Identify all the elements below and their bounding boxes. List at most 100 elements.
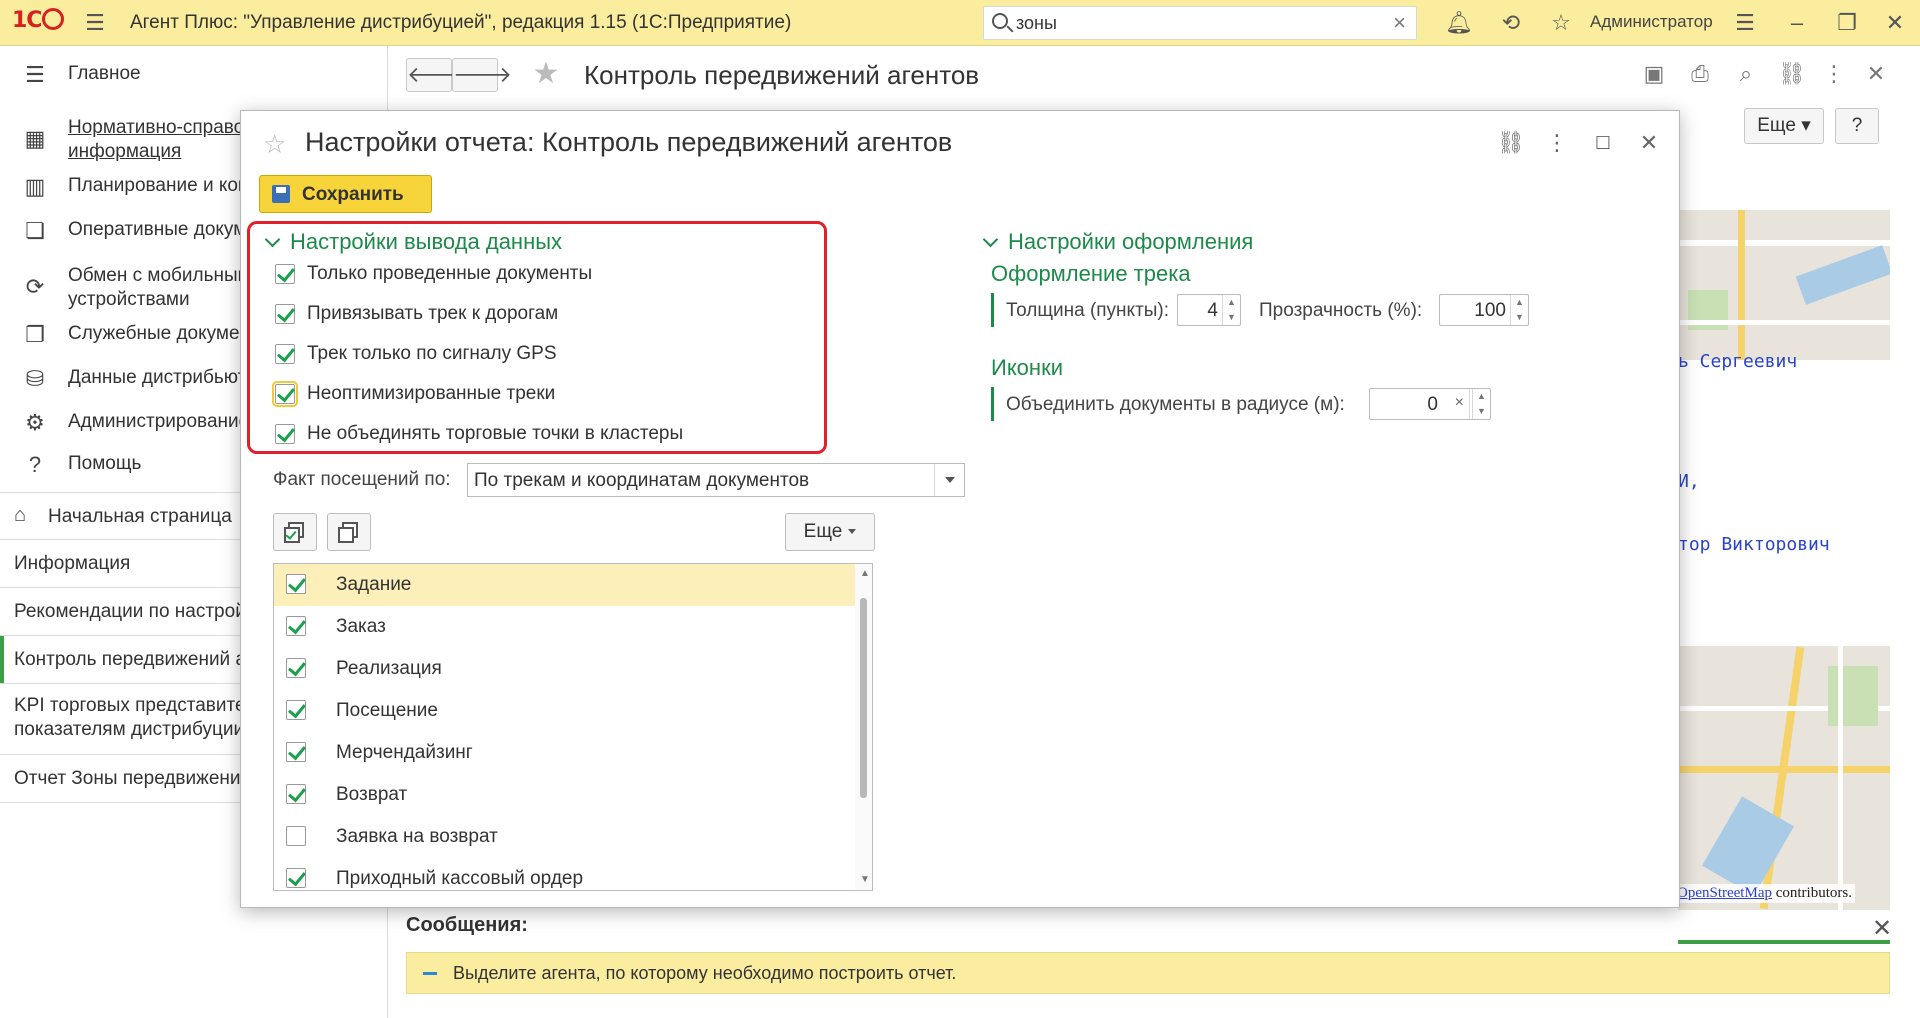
- maximize-icon[interactable]: ☐: [1589, 129, 1617, 157]
- spin-buttons[interactable]: ▲ ▼: [1472, 389, 1490, 419]
- spin-buttons[interactable]: ▲ ▼: [1222, 295, 1240, 325]
- option-label: Неоптимизированные треки: [307, 383, 556, 404]
- clear-search-icon[interactable]: ×: [1393, 10, 1406, 36]
- help-button[interactable]: ?: [1835, 108, 1879, 144]
- clear-icon[interactable]: ×: [1455, 394, 1464, 412]
- map-attribution: OpenStreetMap contributors.: [1674, 884, 1855, 903]
- checkbox[interactable]: [275, 424, 295, 444]
- gear-icon: ⚙: [25, 410, 45, 435]
- checkbox[interactable]: [286, 700, 306, 720]
- more-label: Еще: [1757, 115, 1796, 136]
- agent-name-3[interactable]: тор Викторович: [1678, 534, 1830, 555]
- thickness-input[interactable]: 4 ▲ ▼: [1177, 294, 1241, 326]
- open-window-label: Начальная страница: [48, 506, 232, 527]
- list-item[interactable]: Задание: [274, 564, 855, 606]
- transparency-value: 100: [1474, 300, 1506, 321]
- agent-name-2[interactable]: И,: [1678, 471, 1700, 492]
- list-item[interactable]: Возврат: [274, 774, 855, 816]
- chevron-down-icon: [264, 231, 281, 248]
- restore-icon[interactable]: ❐: [1832, 8, 1862, 38]
- uncheck-all-button[interactable]: [327, 513, 371, 551]
- scroll-down-icon[interactable]: ▼: [860, 874, 870, 885]
- list-scrollbar[interactable]: ▲ ▼: [855, 564, 872, 890]
- more-actions-icon[interactable]: ⋮: [1820, 60, 1848, 88]
- output-settings-group[interactable]: Настройки вывода данных: [263, 229, 562, 255]
- dropdown-arrow-icon[interactable]: [934, 464, 964, 496]
- thickness-label: Толщина (пункты):: [1006, 300, 1170, 321]
- preview-icon[interactable]: ⌕: [1732, 60, 1760, 88]
- checkbox[interactable]: [275, 344, 295, 364]
- checkbox[interactable]: [275, 304, 295, 324]
- nav-item-label: Администрирование: [68, 411, 250, 432]
- nav-item-label: Обмен с мобильными: [68, 265, 262, 286]
- link-icon[interactable]: ⛓: [1778, 60, 1806, 88]
- list-item[interactable]: Реализация: [274, 648, 855, 690]
- group-bar: [991, 387, 994, 421]
- close-dialog-icon[interactable]: ✕: [1635, 129, 1663, 157]
- more-button[interactable]: Еще ▾: [1744, 108, 1824, 144]
- print-icon[interactable]: ⎙: [1686, 60, 1714, 88]
- history-icon[interactable]: ⟲: [1496, 8, 1526, 38]
- thickness-value: 4: [1207, 300, 1218, 321]
- list-item[interactable]: Заказ: [274, 606, 855, 648]
- more-actions-icon[interactable]: ⋮: [1543, 129, 1571, 157]
- checkbox[interactable]: [275, 264, 295, 284]
- check-all-button[interactable]: [273, 513, 317, 551]
- back-button[interactable]: 🡐: [406, 58, 466, 92]
- menu-icon[interactable]: ☰: [80, 8, 110, 38]
- favorite-star-icon[interactable]: ★: [532, 59, 560, 89]
- track-design-title: Оформление трека: [991, 261, 1191, 286]
- osm-link[interactable]: OpenStreetMap: [1677, 885, 1772, 901]
- list-item-label: Возврат: [336, 784, 408, 805]
- checkbox[interactable]: [286, 868, 306, 888]
- close-form-icon[interactable]: ✕: [1862, 60, 1890, 88]
- option-label: Не объединять торговые точки в кластеры: [307, 423, 684, 444]
- message-text: Выделите агента, по которому необходимо …: [453, 963, 957, 983]
- list-item-label: Мерчендайзинг: [336, 742, 473, 763]
- document-types-list[interactable]: Задание Заказ Реализация Посещение Мерче…: [273, 563, 873, 891]
- checkbox[interactable]: [272, 381, 298, 407]
- search-box[interactable]: ×: [983, 6, 1417, 40]
- visits-value: По трекам и координатам документов: [474, 470, 810, 491]
- save-button[interactable]: Сохранить: [259, 175, 432, 213]
- checkbox[interactable]: [286, 742, 306, 762]
- radius-input[interactable]: 0 × ▲ ▼: [1369, 388, 1491, 420]
- checkbox[interactable]: [286, 784, 306, 804]
- favorites-star-icon[interactable]: ☆: [1546, 8, 1576, 38]
- minimize-icon[interactable]: –: [1782, 8, 1812, 38]
- checkbox[interactable]: [286, 616, 306, 636]
- transparency-input[interactable]: 100 ▲ ▼: [1439, 294, 1529, 326]
- list-more-button[interactable]: Еще: [785, 513, 875, 551]
- checkbox[interactable]: [286, 826, 306, 846]
- agent-name-1[interactable]: ь Сергеевич: [1678, 351, 1797, 372]
- report-settings-dialog: ☆ Настройки отчета: Контроль передвижени…: [240, 110, 1680, 908]
- spin-buttons[interactable]: ▲ ▼: [1510, 295, 1528, 325]
- bell-icon[interactable]: 🔔︎: [1444, 8, 1474, 38]
- list-item[interactable]: Приходный кассовый ордер: [274, 858, 855, 890]
- scroll-thumb[interactable]: [860, 598, 867, 798]
- map-top[interactable]: [1678, 210, 1890, 360]
- documents-icon: ❏: [25, 218, 45, 243]
- forward-button[interactable]: 🡒: [452, 58, 512, 92]
- list-item[interactable]: Заявка на возврат: [274, 816, 855, 858]
- nav-item-label-line2: устройствами: [68, 289, 190, 310]
- save-icon[interactable]: ▣: [1640, 60, 1668, 88]
- scroll-up-icon[interactable]: ▲: [860, 568, 870, 579]
- top-bar: 1С ☰ Агент Плюс: "Управление дистрибуцие…: [0, 0, 1920, 46]
- settings-menu-icon[interactable]: ☰: [1730, 8, 1760, 38]
- open-window-label: Рекомендации по настройке: [14, 601, 265, 622]
- close-icon[interactable]: ✕: [1880, 8, 1910, 38]
- list-item[interactable]: Мерчендайзинг: [274, 732, 855, 774]
- search-input[interactable]: [1016, 11, 1376, 35]
- list-item[interactable]: Посещение: [274, 690, 855, 732]
- nav-item-label: Помощь: [68, 453, 142, 474]
- favorite-star-icon[interactable]: ☆: [263, 129, 286, 160]
- design-settings-group[interactable]: Настройки оформления: [981, 229, 1253, 255]
- user-name[interactable]: Администратор: [1590, 12, 1713, 32]
- close-messages-icon[interactable]: ✕: [1872, 914, 1892, 943]
- map-bottom[interactable]: [1678, 646, 1890, 910]
- link-icon[interactable]: ⛓: [1497, 129, 1525, 157]
- checkbox[interactable]: [286, 574, 306, 594]
- checkbox[interactable]: [286, 658, 306, 678]
- visits-select[interactable]: По трекам и координатам документов: [467, 463, 965, 497]
